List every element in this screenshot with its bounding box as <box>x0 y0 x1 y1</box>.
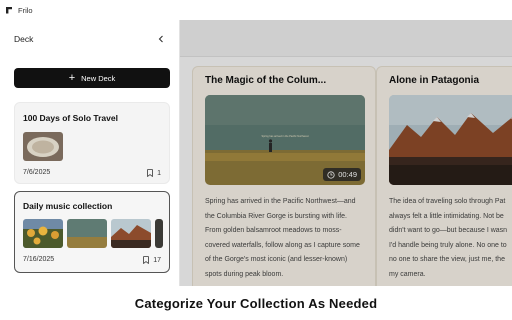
deck-title: 100 Days of Solo Travel <box>23 113 118 123</box>
photo-image <box>155 219 163 248</box>
deck-count: 17 <box>143 256 161 264</box>
deck-thumbnail <box>23 219 63 248</box>
patagonia-mountains-image <box>111 219 151 248</box>
sidebar-title: Deck <box>14 33 34 44</box>
deck-item[interactable]: 100 Days of Solo Travel 7/6/2025 1 <box>14 102 170 184</box>
feature-caption: Categorize Your Collection As Needed <box>134 295 378 311</box>
app-logo-icon <box>6 6 12 14</box>
app-window: The Magic of the Colum... Spring has arr… <box>0 20 512 286</box>
app-titlebar: Frilo <box>0 0 512 20</box>
deck-count-value: 1 <box>157 169 161 177</box>
deck-date: 7/16/2025 <box>23 256 55 263</box>
gorge-landscape-image <box>67 219 107 248</box>
deck-date: 7/6/2025 <box>23 169 51 176</box>
sidebar-header: Deck <box>0 20 180 57</box>
deck-count-value: 17 <box>153 256 161 264</box>
deck-sidebar: Deck + New Deck 100 Days of Solo Travel … <box>0 20 180 286</box>
bookmark-icon <box>147 169 153 177</box>
food-bowl-image <box>23 132 63 161</box>
app-name: Frilo <box>18 5 33 15</box>
deck-item-selected[interactable]: Daily music collection 7/16/2025 17 <box>14 191 170 273</box>
deck-thumbnail <box>111 219 151 248</box>
sunflower-field-image <box>23 219 63 248</box>
collapse-sidebar-button[interactable] <box>156 34 166 44</box>
modal-overlay[interactable] <box>180 20 512 286</box>
deck-title: Daily music collection <box>23 201 113 211</box>
deck-thumbnail <box>155 219 163 248</box>
chevron-left-icon <box>158 35 163 42</box>
deck-count: 1 <box>147 169 161 177</box>
new-deck-button[interactable]: + New Deck <box>14 68 170 88</box>
deck-thumbnail <box>23 132 63 161</box>
bookmark-icon <box>143 256 150 264</box>
deck-thumbnail <box>67 219 107 248</box>
new-deck-label: New Deck <box>81 73 116 83</box>
plus-icon: + <box>68 72 76 84</box>
